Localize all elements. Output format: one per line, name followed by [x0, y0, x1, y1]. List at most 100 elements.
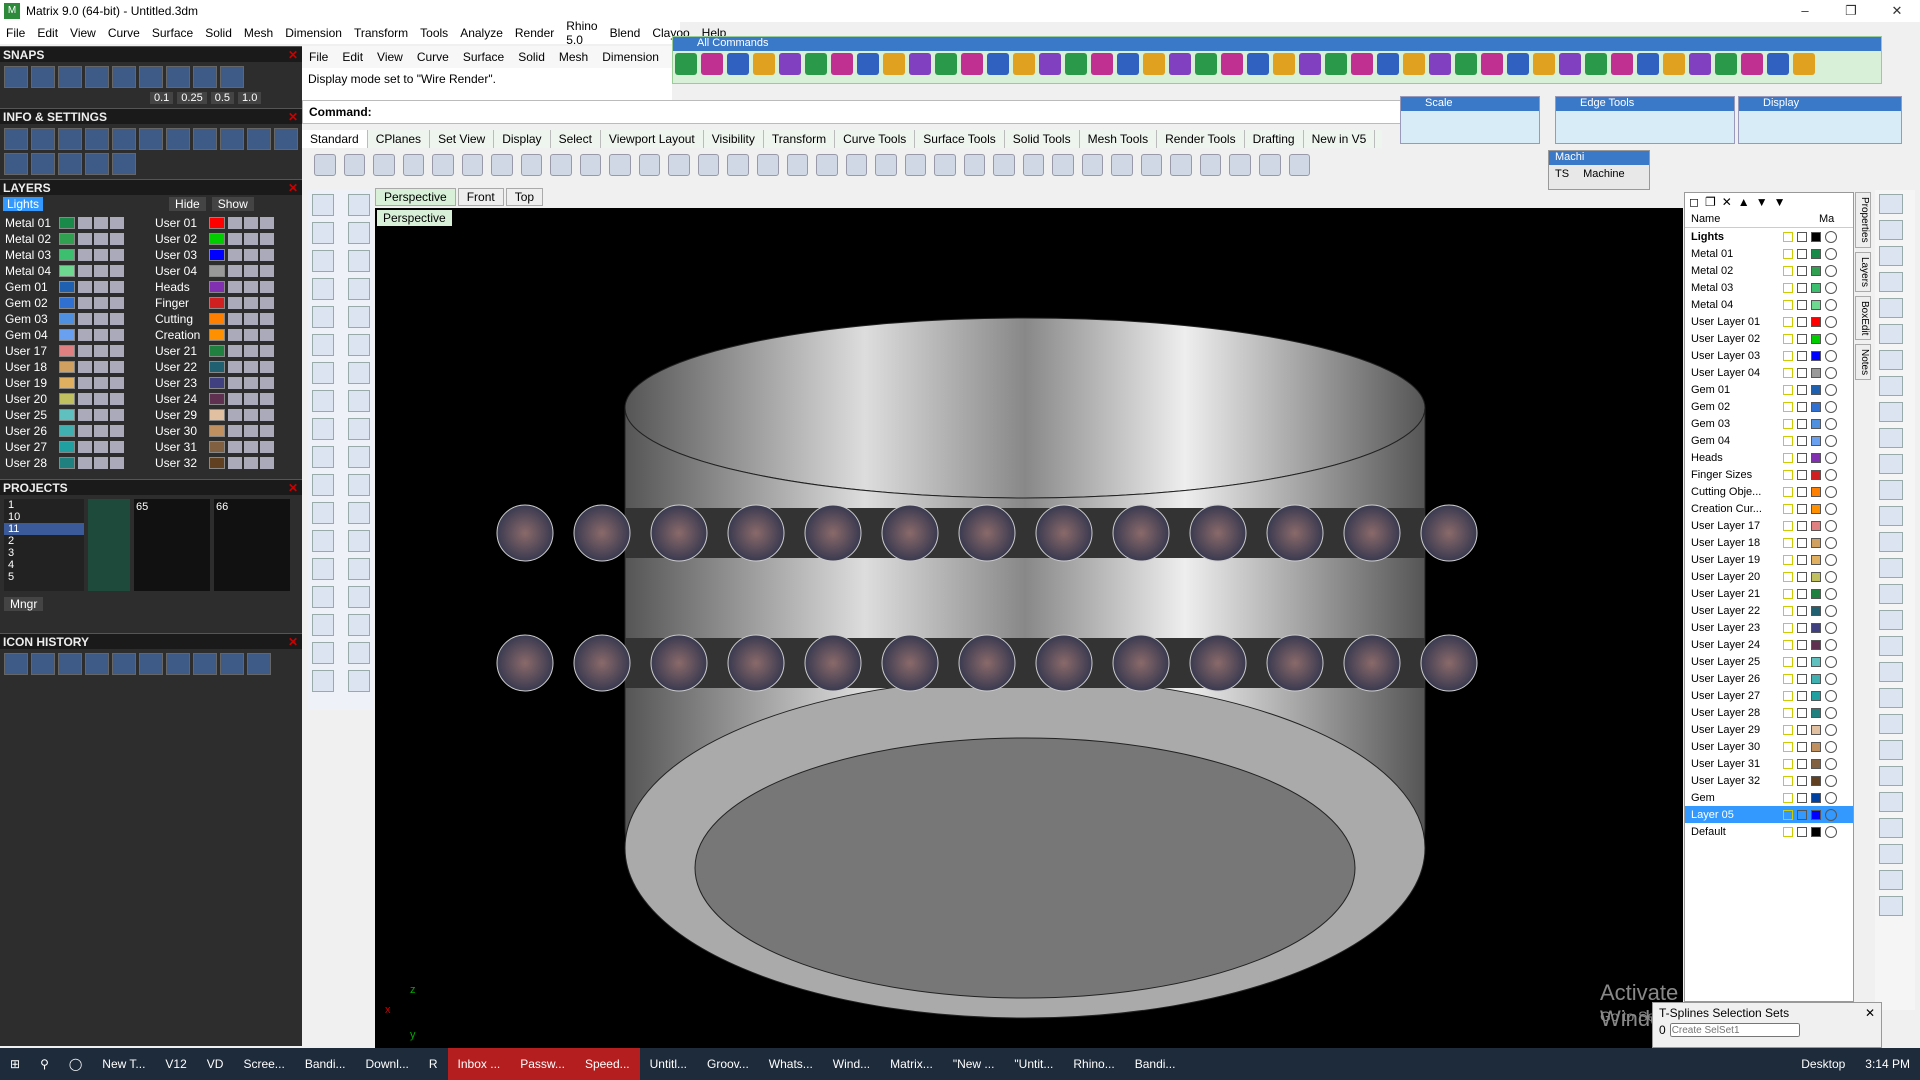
layer-material-icon[interactable] — [110, 409, 124, 421]
rhino-menu-view[interactable]: View — [370, 50, 410, 64]
layer-color-swatch[interactable] — [1811, 809, 1821, 820]
tab-solid-tools[interactable]: Solid Tools — [1005, 130, 1080, 148]
layer-visibility-icon[interactable] — [78, 281, 92, 293]
layer-list-row[interactable]: Heads — [1685, 449, 1853, 466]
material-icon[interactable] — [1825, 485, 1837, 498]
material-icon[interactable] — [1825, 689, 1837, 702]
nav-tool-icon[interactable] — [1879, 532, 1903, 552]
material-icon[interactable] — [1825, 723, 1837, 736]
bulb-icon[interactable] — [1783, 605, 1793, 616]
command-icon[interactable] — [779, 53, 801, 75]
lock-icon[interactable] — [1797, 435, 1807, 446]
machine-button[interactable]: Machine — [1583, 168, 1625, 180]
layer-color-swatch[interactable] — [59, 249, 75, 261]
nav-tool-icon[interactable] — [1879, 688, 1903, 708]
layer-visibility-icon[interactable] — [228, 457, 242, 469]
rhino-menu-file[interactable]: File — [302, 50, 335, 64]
layer-color-swatch[interactable] — [59, 297, 75, 309]
material-icon[interactable] — [1825, 434, 1837, 447]
layer-list-row[interactable]: User Layer 02 — [1685, 330, 1853, 347]
snap-tool-icon[interactable] — [220, 66, 244, 88]
material-icon[interactable] — [1825, 264, 1837, 277]
tab-curve-tools[interactable]: Curve Tools — [835, 130, 916, 148]
layer-visibility-icon[interactable] — [228, 441, 242, 453]
lock-icon[interactable] — [1797, 299, 1807, 310]
draw-tool-icon[interactable] — [312, 250, 334, 272]
bulb-icon[interactable] — [1783, 333, 1793, 344]
lock-icon[interactable] — [1797, 537, 1807, 548]
layer-lock-icon[interactable] — [94, 345, 108, 357]
bulb-icon[interactable] — [1783, 826, 1793, 837]
layer-list-row[interactable]: Default — [1685, 823, 1853, 840]
nav-tool-icon[interactable] — [1879, 376, 1903, 396]
layer-visibility-icon[interactable] — [78, 441, 92, 453]
menu-blend[interactable]: Blend — [604, 26, 647, 40]
bulb-icon[interactable] — [1783, 622, 1793, 633]
command-icon[interactable] — [987, 53, 1009, 75]
show-button[interactable]: Show — [211, 197, 254, 211]
layer-visibility-icon[interactable] — [228, 265, 242, 277]
layer-lock-icon[interactable] — [244, 345, 258, 357]
material-icon[interactable] — [1825, 536, 1837, 549]
standard-tool-icon[interactable] — [1259, 154, 1281, 176]
layer-visibility-icon[interactable] — [78, 265, 92, 277]
draw-tool-icon[interactable] — [312, 334, 334, 356]
draw-tool-icon[interactable] — [348, 642, 370, 664]
command-icon[interactable] — [857, 53, 879, 75]
tab-visibility[interactable]: Visibility — [704, 130, 764, 148]
material-icon[interactable] — [1825, 740, 1837, 753]
layer-list-row[interactable]: Metal 02 — [1685, 262, 1853, 279]
nav-tool-icon[interactable] — [1879, 714, 1903, 734]
layer-color-swatch[interactable] — [1811, 826, 1821, 837]
material-icon[interactable] — [1825, 247, 1837, 260]
layer-visibility-icon[interactable] — [78, 329, 92, 341]
layer-visibility-icon[interactable] — [78, 361, 92, 373]
standard-tool-icon[interactable] — [756, 154, 779, 176]
info-tool-icon[interactable] — [58, 153, 82, 175]
bulb-icon[interactable] — [1783, 503, 1793, 514]
command-icon[interactable] — [1455, 53, 1477, 75]
taskbar-item[interactable]: Matrix... — [880, 1048, 943, 1080]
layer-row[interactable]: Finger — [152, 295, 302, 311]
tab-cplanes[interactable]: CPlanes — [368, 130, 431, 148]
draw-tool-icon[interactable] — [312, 642, 334, 664]
layer-row[interactable]: User 20 — [2, 391, 152, 407]
layer-color-swatch[interactable] — [209, 393, 225, 405]
layer-list-row[interactable]: User Layer 03 — [1685, 347, 1853, 364]
command-icon[interactable] — [1611, 53, 1633, 75]
lock-icon[interactable] — [1797, 231, 1807, 242]
layer-lock-icon[interactable] — [94, 361, 108, 373]
move-down-icon[interactable]: ▼ — [1756, 195, 1768, 209]
layer-list-row[interactable]: User Layer 29 — [1685, 721, 1853, 738]
lock-icon[interactable] — [1797, 758, 1807, 769]
layer-visibility-icon[interactable] — [228, 425, 242, 437]
bulb-icon[interactable] — [1783, 792, 1793, 803]
layer-color-swatch[interactable] — [209, 281, 225, 293]
draw-tool-icon[interactable] — [348, 278, 370, 300]
layer-color-swatch[interactable] — [1811, 656, 1821, 667]
nav-tool-icon[interactable] — [1879, 818, 1903, 838]
layer-color-swatch[interactable] — [1811, 486, 1821, 497]
lock-icon[interactable] — [1797, 469, 1807, 480]
nav-tool-icon[interactable] — [1879, 610, 1903, 630]
command-icon[interactable] — [1585, 53, 1607, 75]
layer-row[interactable]: User 23 — [152, 375, 302, 391]
layer-row[interactable]: Metal 02 — [2, 231, 152, 247]
layer-material-icon[interactable] — [110, 361, 124, 373]
lock-icon[interactable] — [1797, 690, 1807, 701]
move-up-icon[interactable]: ▲ — [1738, 195, 1750, 209]
standard-tool-icon[interactable] — [963, 154, 986, 176]
delete-layer-icon[interactable]: ✕ — [1722, 195, 1732, 209]
side-tab-layers[interactable]: Layers — [1855, 251, 1871, 292]
material-icon[interactable] — [1825, 366, 1837, 379]
layer-row[interactable]: Creation — [152, 327, 302, 343]
layer-row[interactable]: Metal 01 — [2, 215, 152, 231]
history-tool-icon[interactable] — [85, 653, 109, 675]
nav-tool-icon[interactable] — [1879, 844, 1903, 864]
material-icon[interactable] — [1825, 774, 1837, 787]
layer-row[interactable]: User 03 — [152, 247, 302, 263]
layer-lock-icon[interactable] — [94, 233, 108, 245]
layer-list-row[interactable]: User Layer 21 — [1685, 585, 1853, 602]
command-icon[interactable] — [1117, 53, 1139, 75]
layer-lock-icon[interactable] — [94, 409, 108, 421]
